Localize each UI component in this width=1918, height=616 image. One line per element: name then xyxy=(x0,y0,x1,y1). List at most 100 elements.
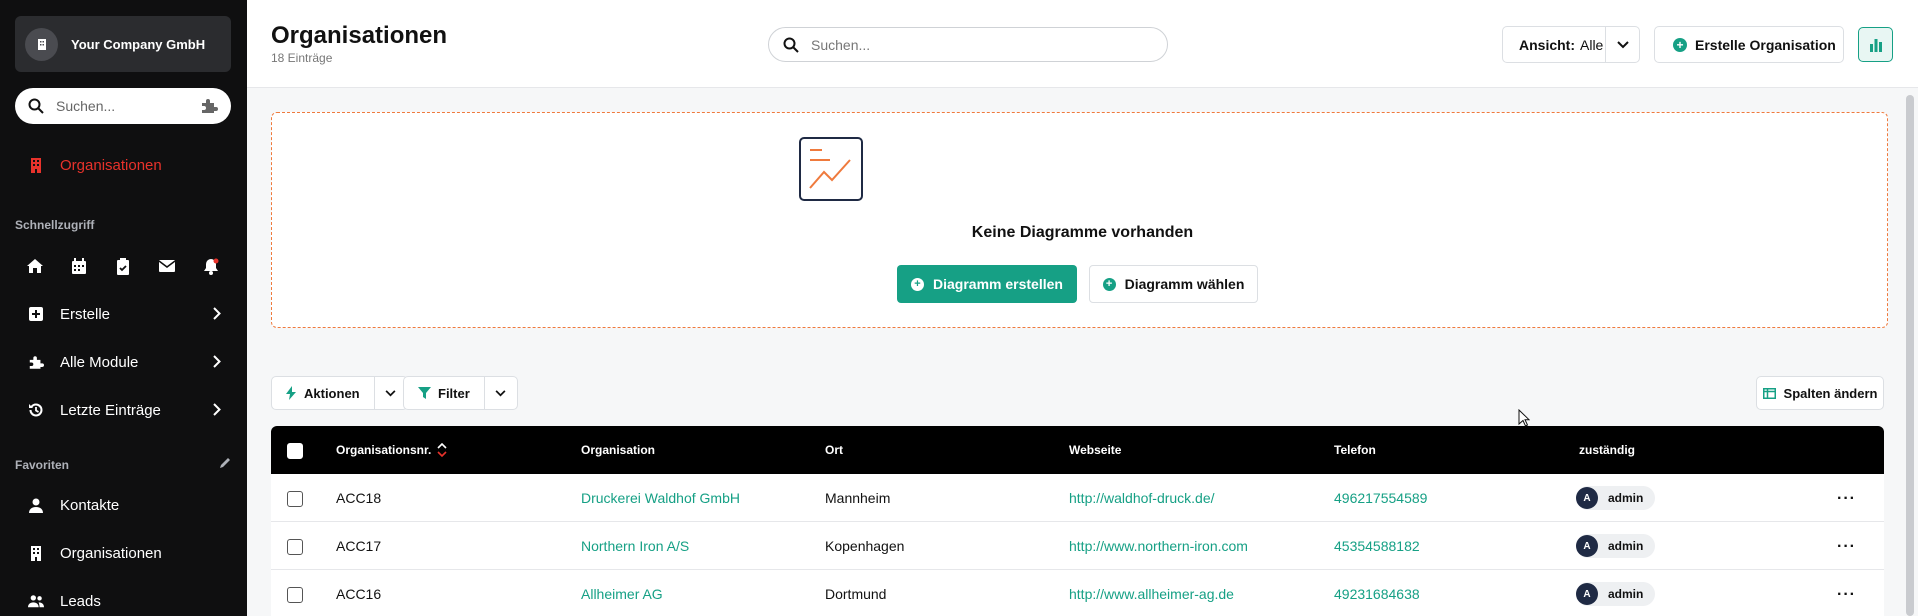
company-name: Your Company GmbH xyxy=(71,36,206,52)
filter-label: Filter xyxy=(438,385,470,401)
chart-toggle-button[interactable] xyxy=(1858,27,1893,62)
row-checkbox[interactable] xyxy=(287,587,303,603)
owner-badge[interactable]: Aadmin xyxy=(1576,582,1656,606)
sidebar-item-label: Kontakte xyxy=(60,496,120,514)
calendar-icon[interactable] xyxy=(68,255,90,277)
users-icon xyxy=(28,593,44,609)
sidebar-item-label: Erstelle xyxy=(60,305,111,323)
sidebar-item-alle-module[interactable]: Alle Module xyxy=(0,342,247,382)
cell-phone-link[interactable]: 49231684638 xyxy=(1334,570,1420,616)
view-select[interactable]: Ansicht: Alle xyxy=(1502,26,1640,63)
table-row[interactable]: ACC17 Northern Iron A/S Kopenhagen http:… xyxy=(271,522,1884,570)
sidebar-item-organisationen[interactable]: Organisationen xyxy=(0,533,247,573)
building-icon xyxy=(28,157,44,173)
search-icon xyxy=(28,98,44,114)
choose-chart-label: Diagramm wählen xyxy=(1124,276,1245,292)
cell-organisation-link[interactable]: Northern Iron A/S xyxy=(581,522,689,570)
cell-website-link[interactable]: http://waldhof-druck.de/ xyxy=(1069,474,1215,522)
chart-empty-state xyxy=(271,112,1888,328)
sidebar-item-letzte-eintraege[interactable]: Letzte Einträge xyxy=(0,390,247,430)
owner-badge[interactable]: Aadmin xyxy=(1576,534,1656,558)
column-header-telefon[interactable]: Telefon xyxy=(1334,426,1376,474)
chevron-down-icon[interactable] xyxy=(485,389,517,397)
actions-button[interactable]: Aktionen xyxy=(272,377,375,409)
column-header-label: Organisationsnr. xyxy=(336,443,432,457)
cell-phone-link[interactable]: 496217554589 xyxy=(1334,474,1427,522)
empty-chart-text: Keine Diagramme vorhanden xyxy=(971,224,1194,241)
column-header-zustaendig[interactable]: zuständig xyxy=(1579,426,1635,474)
clipboard-check-icon[interactable] xyxy=(112,255,134,277)
filter-button[interactable]: Filter xyxy=(404,377,485,409)
cell-website-link[interactable]: http://www.northern-iron.com xyxy=(1069,522,1248,570)
puzzle-icon xyxy=(28,354,44,370)
more-options-icon[interactable]: ··· xyxy=(1837,538,1856,556)
global-search-input[interactable] xyxy=(811,36,1153,53)
global-search[interactable] xyxy=(768,27,1168,62)
sidebar-search[interactable] xyxy=(15,88,231,124)
cell-phone-link[interactable]: 45354588182 xyxy=(1334,522,1420,570)
change-columns-label: Spalten ändern xyxy=(1783,385,1878,401)
column-header-ort[interactable]: Ort xyxy=(825,426,843,474)
quick-access-label: Schnellzugriff xyxy=(15,218,95,232)
chevron-down-icon[interactable] xyxy=(1606,40,1639,49)
sidebar-item-label: Leads xyxy=(60,592,101,610)
chevron-down-icon[interactable] xyxy=(375,389,407,397)
actions-label: Aktionen xyxy=(304,385,360,401)
search-icon xyxy=(783,37,799,53)
cell-ort: Mannheim xyxy=(825,490,891,506)
sidebar-item-leads[interactable]: Leads xyxy=(0,581,247,616)
history-icon xyxy=(28,402,44,418)
column-header-organisation[interactable]: Organisation xyxy=(581,426,655,474)
plus-circle-icon: + xyxy=(911,277,925,291)
cell-owner: Aadmin xyxy=(1576,474,1656,522)
more-options-icon[interactable]: ··· xyxy=(1837,586,1856,604)
actions-menu[interactable]: Aktionen xyxy=(271,376,408,410)
create-chart-button[interactable]: + Diagramm erstellen xyxy=(897,265,1077,303)
envelope-icon[interactable] xyxy=(156,255,178,277)
sidebar-item-label: Organisationen xyxy=(60,156,162,174)
scrollbar[interactable] xyxy=(1906,95,1914,616)
owner-badge[interactable]: Aadmin xyxy=(1576,486,1656,510)
view-label: Ansicht: xyxy=(1519,36,1575,53)
sidebar-item-kontakte[interactable]: Kontakte xyxy=(0,485,247,525)
column-header-webseite[interactable]: Webseite xyxy=(1069,426,1121,474)
sidebar-search-input[interactable] xyxy=(56,98,200,114)
more-options-icon[interactable]: ··· xyxy=(1837,490,1856,508)
plus-circle-icon: + xyxy=(1102,277,1116,291)
plus-square-icon xyxy=(28,306,44,322)
sidebar-item-organisationen-active[interactable]: Organisationen xyxy=(0,145,247,185)
bar-chart-icon xyxy=(1869,38,1882,52)
sidebar-item-erstelle[interactable]: Erstelle xyxy=(0,294,247,334)
home-icon[interactable] xyxy=(24,255,46,277)
filter-menu[interactable]: Filter xyxy=(403,376,518,410)
create-chart-label: Diagramm erstellen xyxy=(933,276,1063,292)
column-header-nr[interactable]: Organisationsnr. xyxy=(336,426,447,474)
cell-ort: Dortmund xyxy=(825,586,887,602)
chevron-right-icon xyxy=(213,307,221,324)
cell-website-link[interactable]: http://www.allheimer-ag.de xyxy=(1069,570,1234,616)
organisations-table: Organisationsnr. Organisation Ort Websei… xyxy=(271,426,1884,616)
row-checkbox[interactable] xyxy=(287,539,303,555)
mouse-cursor-icon xyxy=(1518,409,1530,427)
table-row[interactable]: ACC18 Druckerei Waldhof GmbH Mannheim ht… xyxy=(271,474,1884,522)
choose-chart-button[interactable]: + Diagramm wählen xyxy=(1089,265,1258,303)
select-all-checkbox[interactable] xyxy=(287,443,303,459)
change-columns-button[interactable]: Spalten ändern xyxy=(1756,376,1884,410)
cell-organisation-link[interactable]: Druckerei Waldhof GmbH xyxy=(581,474,740,522)
favorites-label: Favoriten xyxy=(15,458,70,472)
person-icon xyxy=(28,497,44,513)
entry-count: 18 Einträge xyxy=(271,51,333,65)
avatar: A xyxy=(1576,535,1598,557)
company-switcher[interactable]: Your Company GmbH xyxy=(15,16,231,72)
create-organisation-button[interactable]: + Erstelle Organisation xyxy=(1654,26,1844,63)
filter-icon xyxy=(418,387,431,399)
bolt-icon xyxy=(286,386,296,400)
building-icon xyxy=(28,545,44,561)
cell-organisation-link[interactable]: Allheimer AG xyxy=(581,570,663,616)
row-checkbox[interactable] xyxy=(287,491,303,507)
pencil-icon[interactable] xyxy=(219,456,231,474)
bell-icon[interactable] xyxy=(200,255,222,277)
avatar: A xyxy=(1576,583,1598,605)
table-row[interactable]: ACC16 Allheimer AG Dortmund http://www.a… xyxy=(271,570,1884,616)
puzzle-icon[interactable] xyxy=(200,98,218,114)
